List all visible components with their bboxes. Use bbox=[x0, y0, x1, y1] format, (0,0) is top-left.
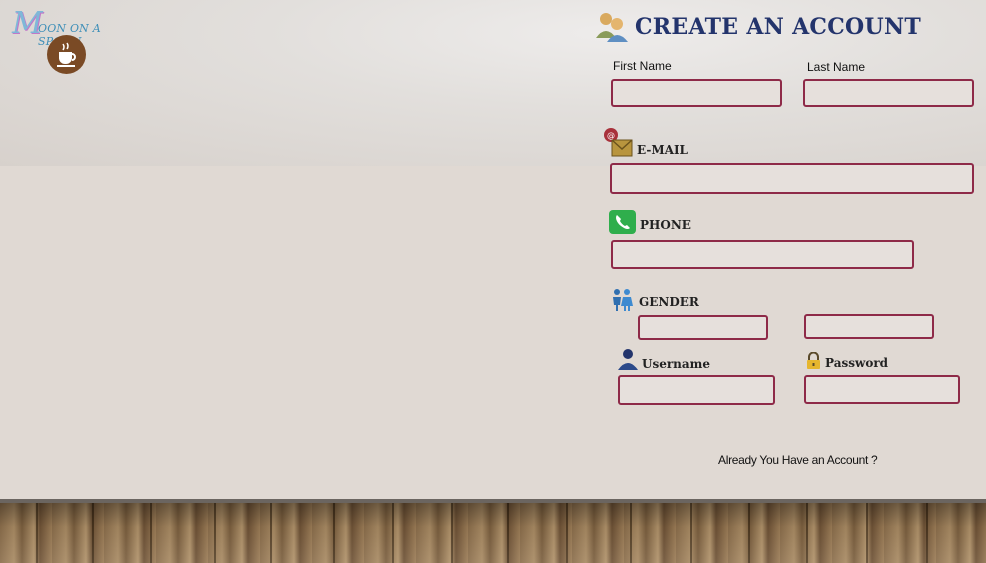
email-envelope-icon: @ bbox=[604, 128, 633, 157]
svg-text:@: @ bbox=[607, 131, 615, 140]
username-field[interactable] bbox=[618, 375, 775, 405]
gender-field-1[interactable] bbox=[638, 315, 768, 340]
phone-icon bbox=[609, 210, 636, 234]
gender-label: GENDER bbox=[639, 295, 699, 309]
password-field[interactable] bbox=[804, 375, 960, 404]
password-label: Password bbox=[825, 356, 889, 370]
last-name-label: Last Name bbox=[807, 60, 866, 74]
phone-field[interactable] bbox=[611, 240, 914, 269]
page-title: CREATE AN ACCOUNT bbox=[635, 14, 922, 40]
first-name-field[interactable] bbox=[611, 79, 782, 107]
username-label: Username bbox=[642, 357, 711, 371]
gender-field-2[interactable] bbox=[804, 314, 934, 339]
padlock-icon bbox=[807, 352, 820, 369]
coffee-cup-icon bbox=[47, 35, 86, 74]
wood-floor bbox=[0, 503, 986, 563]
email-label: E-MAIL bbox=[637, 143, 688, 157]
gender-people-icon bbox=[613, 289, 633, 311]
first-name-label: First Name bbox=[613, 59, 672, 73]
phone-label: PHONE bbox=[640, 218, 691, 232]
users-icon bbox=[596, 13, 628, 42]
last-name-field[interactable] bbox=[803, 79, 974, 107]
user-icon bbox=[618, 349, 638, 370]
email-field[interactable] bbox=[610, 163, 974, 194]
login-link[interactable]: Already You Have an Account ? bbox=[718, 453, 878, 467]
